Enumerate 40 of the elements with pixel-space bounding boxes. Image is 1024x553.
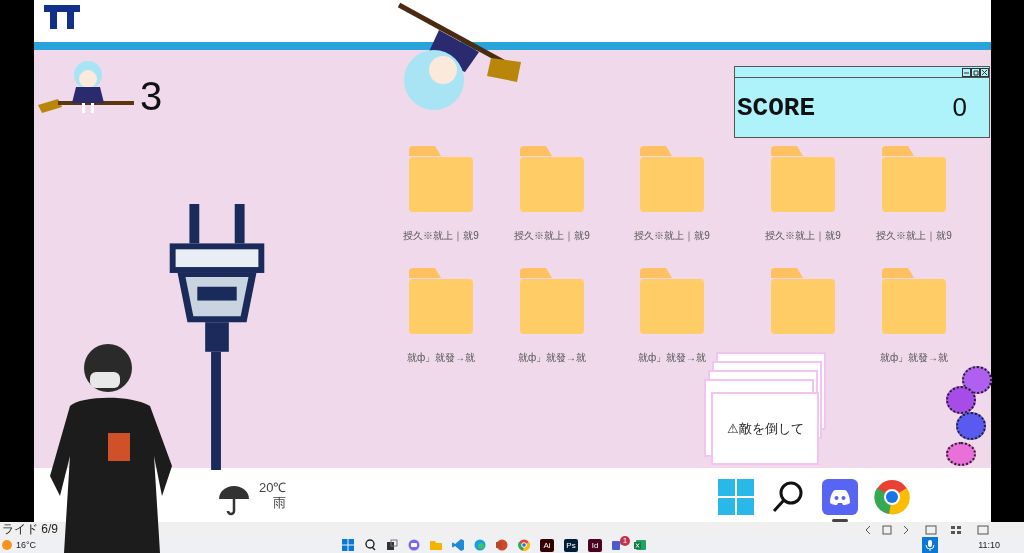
- alert-text: ⚠敵を倒して: [726, 419, 804, 438]
- umbrella-icon: [217, 483, 251, 517]
- search-icon[interactable]: [364, 539, 376, 551]
- task-view-icon[interactable]: [386, 539, 398, 551]
- browser-icon[interactable]: [474, 539, 486, 551]
- browser-icon[interactable]: [874, 478, 911, 515]
- score-label: SCORE: [737, 92, 815, 123]
- folder-icon[interactable]: [430, 539, 442, 551]
- windows-logo-icon[interactable]: [718, 478, 755, 515]
- folder-label: 就ф」就發→就: [517, 351, 587, 365]
- chat-app-icon[interactable]: [822, 478, 859, 515]
- code-editor-icon[interactable]: [452, 539, 464, 551]
- windows-logo-icon[interactable]: [342, 539, 354, 551]
- temperature: 20℃: [259, 480, 287, 495]
- app-tile[interactable]: Ps: [564, 538, 578, 552]
- chat-icon[interactable]: [408, 539, 420, 551]
- score-value: 0: [952, 92, 967, 123]
- app-tile[interactable]: Ai: [540, 538, 554, 552]
- folder-label: 就ф」就發→就: [406, 351, 476, 365]
- folder-label: 授久※就上｜就9: [876, 229, 952, 243]
- folder-label: 就ф」就發→就: [879, 351, 949, 365]
- spreadsheet-app-icon[interactable]: [634, 539, 646, 551]
- folder-label: 授久※就上｜就9: [514, 229, 590, 243]
- time: 11:10: [978, 540, 1000, 550]
- app-tile[interactable]: Id: [588, 538, 602, 552]
- sun-icon: [2, 540, 12, 550]
- notification-badge: 1: [620, 536, 630, 546]
- folder-label: 授久※就上｜就9: [403, 229, 479, 243]
- weather-condition: 雨: [273, 495, 287, 510]
- presentation-app-icon[interactable]: [496, 539, 508, 551]
- microphone-icon[interactable]: [922, 537, 939, 553]
- browser-icon[interactable]: [518, 539, 530, 551]
- folder-label: 授久※就上｜就9: [634, 229, 710, 243]
- lives-count: 3: [140, 74, 163, 118]
- folder-label: 就ф」就發→就: [637, 351, 707, 365]
- logo-icon: [41, 2, 83, 32]
- window-controls-icon: [962, 67, 989, 77]
- taskbar-temperature: 16°C: [16, 540, 37, 550]
- folder-label: 授久※就上｜就9: [765, 229, 841, 243]
- slide-counter: ライド 6/9: [2, 522, 58, 537]
